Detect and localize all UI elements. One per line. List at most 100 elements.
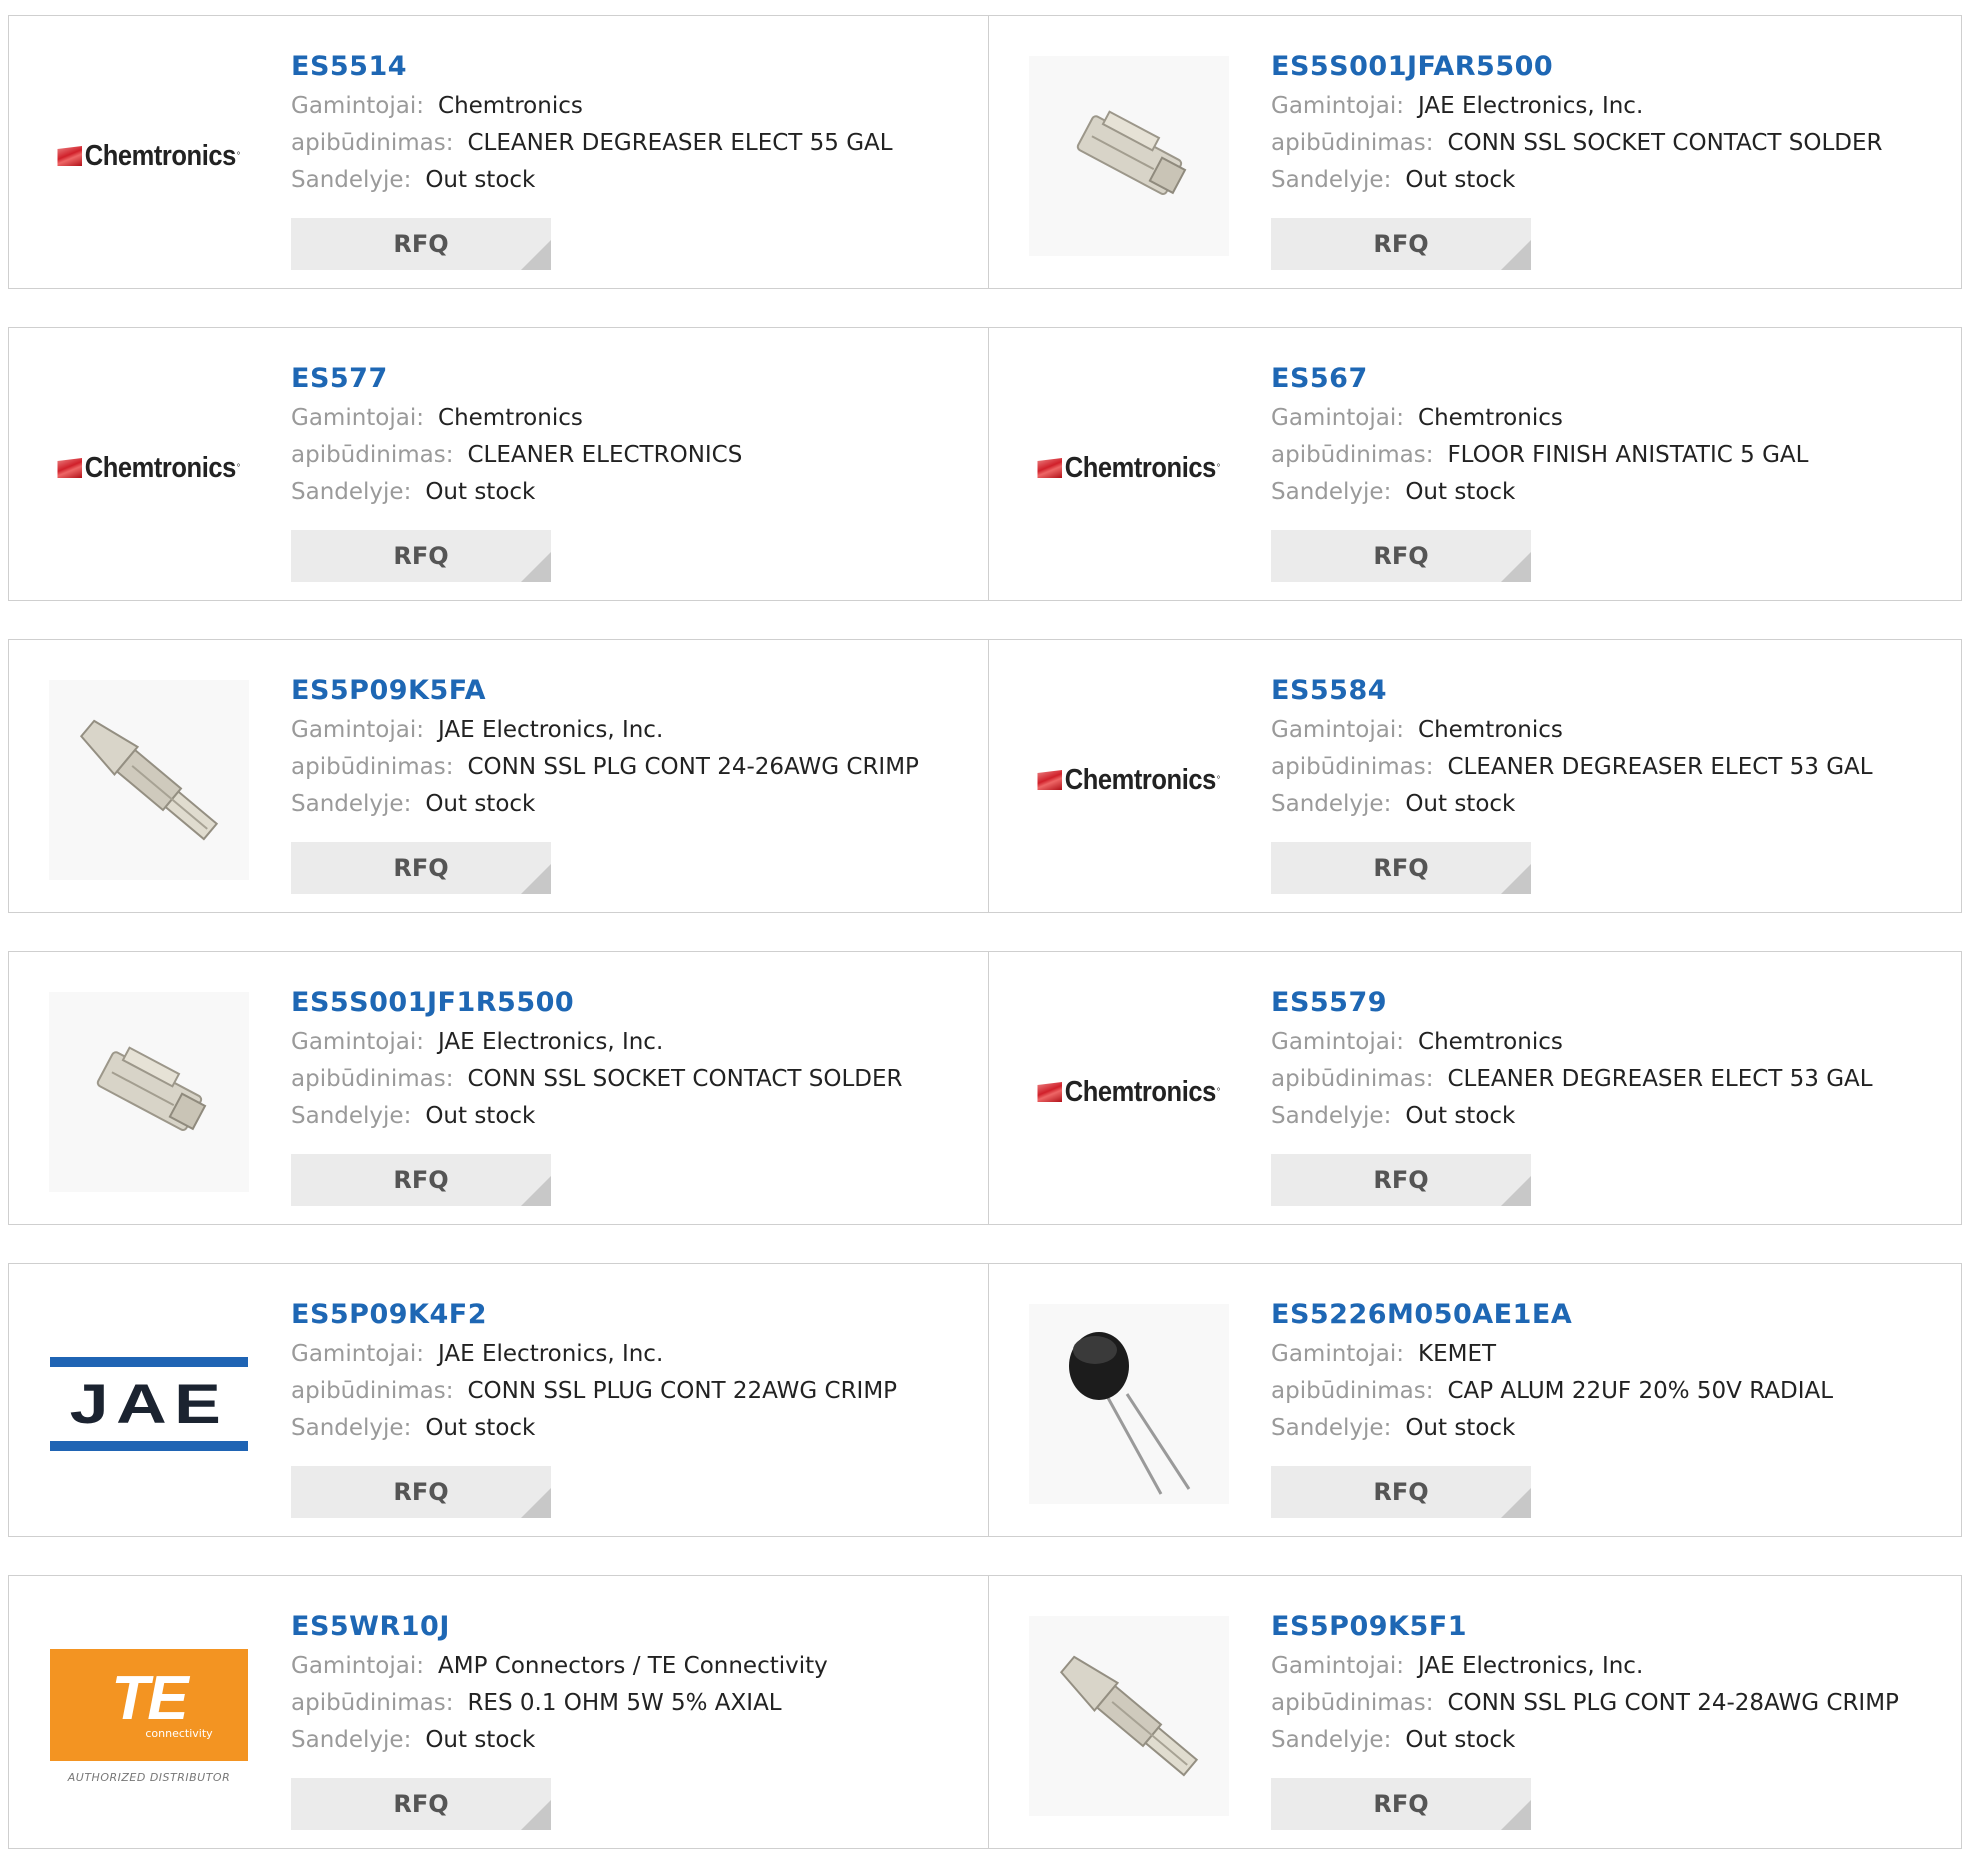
description-label: apibūdinimas:	[291, 754, 454, 780]
part-number-link[interactable]: ES5226M050AE1EA	[1271, 1294, 1833, 1336]
rfq-button[interactable]: RFQ	[1271, 530, 1531, 582]
product-card: Chemtronics ° ES577 Gamintojai: Chemtronic…	[9, 328, 988, 600]
product-thumbnail[interactable]: Chemtronics °	[1029, 992, 1229, 1192]
manufacturer-label: Gamintojai:	[291, 1029, 425, 1055]
description-value: CONN SSL SOCKET CONTACT SOLDER	[1447, 130, 1883, 156]
chemtronics-logo: Chemtronics °	[1037, 763, 1221, 797]
part-number-link[interactable]: ES5S001JF1R5500	[291, 982, 903, 1024]
manufacturer-label: Gamintojai:	[1271, 1653, 1405, 1679]
product-card: Chemtronics ° ES5579 Gamintojai: Chemtroni…	[989, 952, 1962, 1224]
stock-row: Sandelyje: Out stock	[1271, 1098, 1873, 1135]
capacitor-photo	[1029, 1304, 1229, 1504]
product-thumbnail[interactable]: JAE	[49, 1304, 249, 1504]
rfq-button[interactable]: RFQ	[291, 842, 551, 894]
part-number-link[interactable]: ES5P09K5FA	[291, 670, 919, 712]
product-thumbnail[interactable]: Chemtronics °	[1029, 680, 1229, 880]
part-number-link[interactable]: ES567	[1271, 358, 1808, 400]
rfq-label: RFQ	[1373, 230, 1429, 258]
description-label: apibūdinimas:	[1271, 754, 1434, 780]
rfq-button[interactable]: RFQ	[1271, 1466, 1531, 1518]
rfq-label: RFQ	[393, 230, 449, 258]
description-value: CONN SSL PLG CONT 24-28AWG CRIMP	[1447, 1690, 1899, 1716]
stock-row: Sandelyje: Out stock	[1271, 1410, 1833, 1447]
product-row: Chemtronics ° ES5514 Gamintojai: Chemtroni…	[8, 15, 1962, 289]
rfq-button[interactable]: RFQ	[291, 1778, 551, 1830]
part-number-link[interactable]: ES577	[291, 358, 742, 400]
description-value: CONN SSL PLUG CONT 22AWG CRIMP	[467, 1378, 898, 1404]
part-number-link[interactable]: ES5P09K5F1	[1271, 1606, 1899, 1648]
stock-row: Sandelyje: Out stock	[291, 162, 893, 199]
part-number-link[interactable]: ES5514	[291, 46, 893, 88]
product-info: ES5584 Gamintojai: Chemtronics apibūdinim…	[1271, 670, 1873, 823]
socket-contact-photo	[1029, 56, 1229, 256]
crimp-contact-photo	[49, 680, 249, 880]
description-label: apibūdinimas:	[1271, 1378, 1434, 1404]
product-thumbnail[interactable]	[1029, 1616, 1229, 1816]
manufacturer-row: Gamintojai: JAE Electronics, Inc.	[291, 1336, 897, 1373]
description-label: apibūdinimas:	[1271, 1690, 1434, 1716]
product-thumbnail[interactable]: TE connectivity AUTHORIZED DISTRIBUTOR	[49, 1616, 249, 1816]
stock-label: Sandelyje:	[1271, 1103, 1392, 1129]
product-card: Chemtronics ° ES567 Gamintojai: Chemtronic…	[989, 328, 1962, 600]
product-thumbnail[interactable]: Chemtronics °	[1029, 368, 1229, 568]
product-thumbnail[interactable]	[49, 680, 249, 880]
product-card: ES5S001JF1R5500 Gamintojai: JAE Electroni…	[9, 952, 988, 1224]
manufacturer-row: Gamintojai: Chemtronics	[1271, 712, 1873, 749]
product-row: TE connectivity AUTHORIZED DISTRIBUTOR ES5…	[8, 1575, 1962, 1849]
manufacturer-label: Gamintojai:	[291, 1341, 425, 1367]
manufacturer-row: Gamintojai: JAE Electronics, Inc.	[291, 1024, 903, 1061]
chemtronics-mark-icon	[1037, 1082, 1063, 1102]
stock-value: Out stock	[1405, 1415, 1516, 1441]
description-value: RES 0.1 OHM 5W 5% AXIAL	[467, 1690, 782, 1716]
product-thumbnail[interactable]	[49, 992, 249, 1192]
stock-value: Out stock	[1405, 1727, 1516, 1753]
product-thumbnail[interactable]	[1029, 56, 1229, 256]
description-value: CONN SSL PLG CONT 24-26AWG CRIMP	[467, 754, 919, 780]
description-row: apibūdinimas: CONN SSL SOCKET CONTACT SOL…	[1271, 125, 1883, 162]
manufacturer-value: Chemtronics	[1418, 1029, 1563, 1055]
rfq-button[interactable]: RFQ	[1271, 218, 1531, 270]
manufacturer-row: Gamintojai: Chemtronics	[1271, 400, 1808, 437]
product-info: ES5P09K5F1 Gamintojai: JAE Electronics, I…	[1271, 1606, 1899, 1759]
rfq-button[interactable]: RFQ	[291, 1154, 551, 1206]
stock-label: Sandelyje:	[1271, 791, 1392, 817]
stock-value: Out stock	[425, 791, 536, 817]
part-number-link[interactable]: ES5P09K4F2	[291, 1294, 897, 1336]
product-thumbnail[interactable]: Chemtronics °	[49, 368, 249, 568]
product-card: Chemtronics ° ES5584 Gamintojai: Chemtroni…	[989, 640, 1962, 912]
rfq-button[interactable]: RFQ	[291, 1466, 551, 1518]
stock-value: Out stock	[425, 167, 536, 193]
part-number-link[interactable]: ES5S001JFAR5500	[1271, 46, 1883, 88]
product-thumbnail[interactable]	[1029, 1304, 1229, 1504]
chemtronics-logo: Chemtronics °	[1037, 452, 1221, 485]
stock-value: Out stock	[425, 479, 536, 505]
rfq-button[interactable]: RFQ	[1271, 842, 1531, 894]
rfq-button[interactable]: RFQ	[291, 530, 551, 582]
rfq-button[interactable]: RFQ	[1271, 1778, 1531, 1830]
stock-row: Sandelyje: Out stock	[291, 1410, 897, 1447]
manufacturer-label: Gamintojai:	[1271, 1341, 1405, 1367]
socket-contact-photo	[49, 992, 249, 1192]
product-thumbnail[interactable]: Chemtronics °	[49, 56, 249, 256]
part-number-link[interactable]: ES5579	[1271, 982, 1873, 1024]
description-row: apibūdinimas: CONN SSL PLUG CONT 22AWG CR…	[291, 1373, 897, 1410]
rfq-button[interactable]: RFQ	[291, 218, 551, 270]
product-info: ES5P09K4F2 Gamintojai: JAE Electronics, I…	[291, 1294, 897, 1447]
rfq-button[interactable]: RFQ	[1271, 1154, 1531, 1206]
part-number-link[interactable]: ES5WR10J	[291, 1606, 828, 1648]
chemtronics-logo: Chemtronics °	[57, 452, 241, 485]
manufacturer-value: JAE Electronics, Inc.	[1418, 1653, 1644, 1679]
corner-triangle-icon	[1501, 240, 1531, 270]
manufacturer-value: AMP Connectors / TE Connectivity	[438, 1653, 828, 1679]
description-label: apibūdinimas:	[291, 1378, 454, 1404]
product-info: ES5514 Gamintojai: Chemtronics apibūdinim…	[291, 46, 893, 199]
stock-row: Sandelyje: Out stock	[1271, 474, 1808, 511]
chemtronics-logo-text: Chemtronics	[1065, 763, 1217, 796]
jae-logo-text: JAE	[69, 1372, 229, 1435]
manufacturer-value: JAE Electronics, Inc.	[438, 1341, 664, 1367]
stock-label: Sandelyje:	[1271, 1727, 1392, 1753]
description-value: CLEANER ELECTRONICS	[467, 442, 743, 468]
part-number-link[interactable]: ES5584	[1271, 670, 1873, 712]
manufacturer-row: Gamintojai: JAE Electronics, Inc.	[1271, 1648, 1899, 1685]
rfq-label: RFQ	[1373, 854, 1429, 882]
